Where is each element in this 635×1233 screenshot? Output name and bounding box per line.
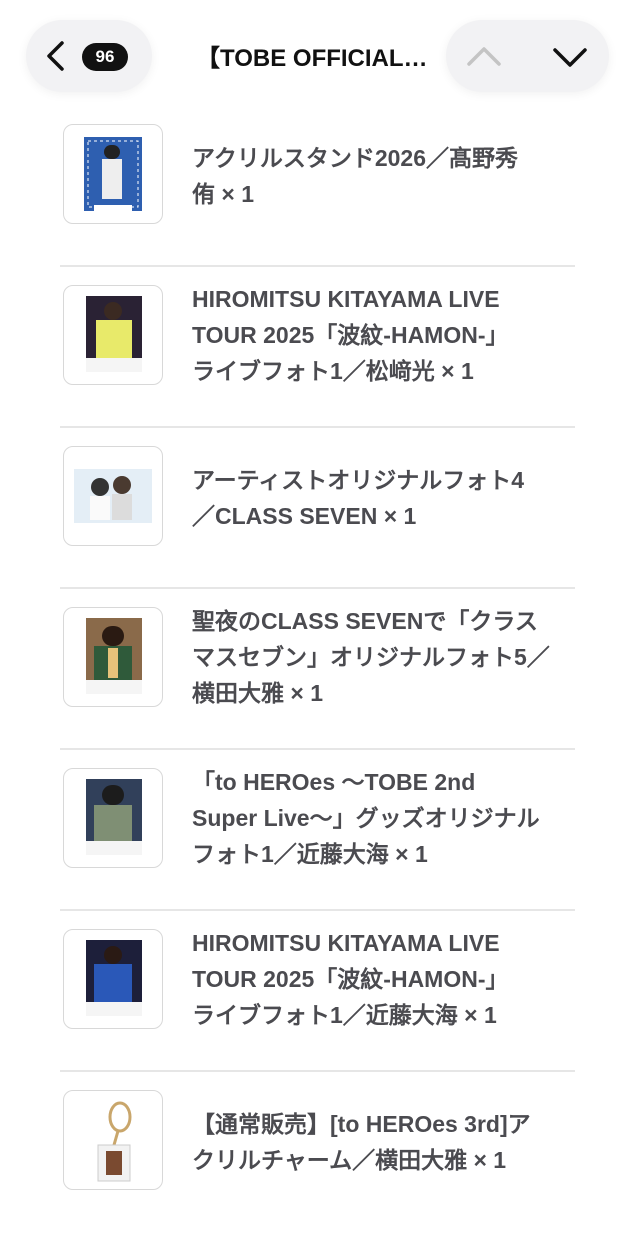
navigation-pill	[446, 20, 609, 92]
list-item[interactable]: アクリルスタンド2026／髙野秀 侑 × 1	[0, 106, 635, 267]
item-thumbnail	[63, 446, 163, 546]
list-item[interactable]: 聖夜のCLASS SEVENで「クラス マスセブン」オリジナルフォト5／ 横田大…	[0, 589, 635, 750]
chevron-up-icon[interactable]	[466, 44, 502, 68]
chevron-down-icon[interactable]	[552, 46, 588, 70]
list-item[interactable]: HIROMITSU KITAYAMA LIVE TOUR 2025「波紋-HAM…	[0, 267, 635, 428]
top-bar: 96 【TOBE OFFICIAL…	[0, 0, 635, 110]
page-title: 【TOBE OFFICIAL…	[196, 45, 428, 72]
unread-count-badge: 96	[82, 43, 128, 71]
order-item-list: アクリルスタンド2026／髙野秀 侑 × 1 HIROMITSU KITAYAM…	[0, 106, 635, 1233]
item-label: HIROMITSU KITAYAMA LIVE TOUR 2025「波紋-HAM…	[192, 930, 509, 1028]
item-thumbnail	[63, 1090, 163, 1190]
item-thumbnail	[63, 285, 163, 385]
item-thumbnail	[63, 124, 163, 224]
item-label: HIROMITSU KITAYAMA LIVE TOUR 2025「波紋-HAM…	[192, 286, 509, 384]
item-label: アーティストオリジナルフォト4 ／CLASS SEVEN × 1	[192, 467, 525, 529]
item-label: 「to HEROes 〜TOBE 2nd Super Live〜」グッズオリジナ…	[192, 769, 540, 867]
item-thumbnail	[63, 929, 163, 1029]
item-label: 【通常販売】[to HEROes 3rd]ア クリルチャーム／横田大雅 × 1	[192, 1111, 531, 1173]
item-thumbnail	[63, 768, 163, 868]
list-item[interactable]: 【通常販売】[to HEROes 3rd]ア クリルチャーム／横田大雅 × 1	[0, 1072, 635, 1233]
item-label: 聖夜のCLASS SEVENで「クラス マスセブン」オリジナルフォト5／ 横田大…	[192, 608, 550, 706]
item-label: アクリルスタンド2026／髙野秀 侑 × 1	[192, 145, 519, 207]
list-item[interactable]: アーティストオリジナルフォト4 ／CLASS SEVEN × 1	[0, 428, 635, 589]
list-item[interactable]: 「to HEROes 〜TOBE 2nd Super Live〜」グッズオリジナ…	[0, 750, 635, 911]
item-thumbnail	[63, 607, 163, 707]
list-item[interactable]: HIROMITSU KITAYAMA LIVE TOUR 2025「波紋-HAM…	[0, 911, 635, 1072]
chevron-left-icon	[47, 41, 64, 71]
